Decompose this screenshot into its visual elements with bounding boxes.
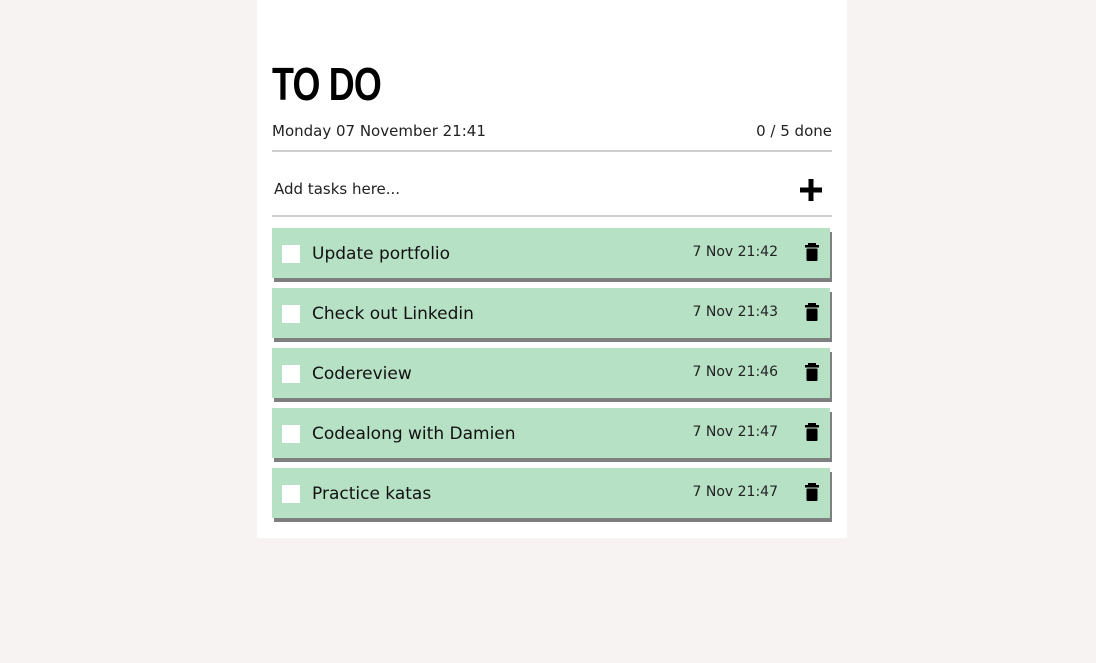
task-timestamp: 7 Nov 21:43 [692, 304, 778, 320]
trash-icon [805, 423, 819, 441]
delete-task-button[interactable] [804, 363, 820, 381]
meta-row: Monday 07 November 21:41 0 / 5 done [272, 120, 832, 152]
done-counter: 0 / 5 done [756, 122, 832, 140]
task-timestamp: 7 Nov 21:47 [692, 424, 778, 440]
delete-task-button[interactable] [804, 243, 820, 261]
delete-task-button[interactable] [804, 483, 820, 501]
task-checkbox[interactable] [282, 365, 300, 383]
task-checkbox[interactable] [282, 305, 300, 323]
task-item: Codealong with Damien 7 Nov 21:47 [272, 408, 830, 458]
task-label: Update portfolio [312, 244, 451, 264]
add-task-button[interactable] [796, 175, 826, 205]
task-checkbox[interactable] [282, 485, 300, 503]
trash-icon [805, 363, 819, 381]
task-timestamp: 7 Nov 21:47 [692, 484, 778, 500]
task-label: Check out Linkedin [312, 304, 474, 324]
delete-task-button[interactable] [804, 423, 820, 441]
trash-icon [805, 243, 819, 261]
add-task-form [272, 170, 832, 217]
task-list: Update portfolio 7 Nov 21:42 Check out L… [272, 228, 832, 528]
task-label: Codereview [312, 364, 412, 384]
current-datetime: Monday 07 November 21:41 [272, 122, 486, 140]
task-label: Practice katas [312, 484, 432, 504]
task-item: Check out Linkedin 7 Nov 21:43 [272, 288, 830, 338]
trash-icon [805, 483, 819, 501]
trash-icon [805, 303, 819, 321]
page-title: TO DO [272, 58, 382, 110]
task-item: Practice katas 7 Nov 21:47 [272, 468, 830, 518]
task-item: Codereview 7 Nov 21:46 [272, 348, 830, 398]
task-checkbox[interactable] [282, 245, 300, 263]
plus-icon [800, 179, 822, 201]
task-item: Update portfolio 7 Nov 21:42 [272, 228, 830, 278]
task-timestamp: 7 Nov 21:42 [692, 244, 778, 260]
task-label: Codealong with Damien [312, 424, 516, 444]
task-checkbox[interactable] [282, 425, 300, 443]
delete-task-button[interactable] [804, 303, 820, 321]
task-timestamp: 7 Nov 21:46 [692, 364, 778, 380]
add-task-input[interactable] [272, 174, 776, 204]
todo-card: TO DO Monday 07 November 21:41 0 / 5 don… [257, 0, 847, 538]
